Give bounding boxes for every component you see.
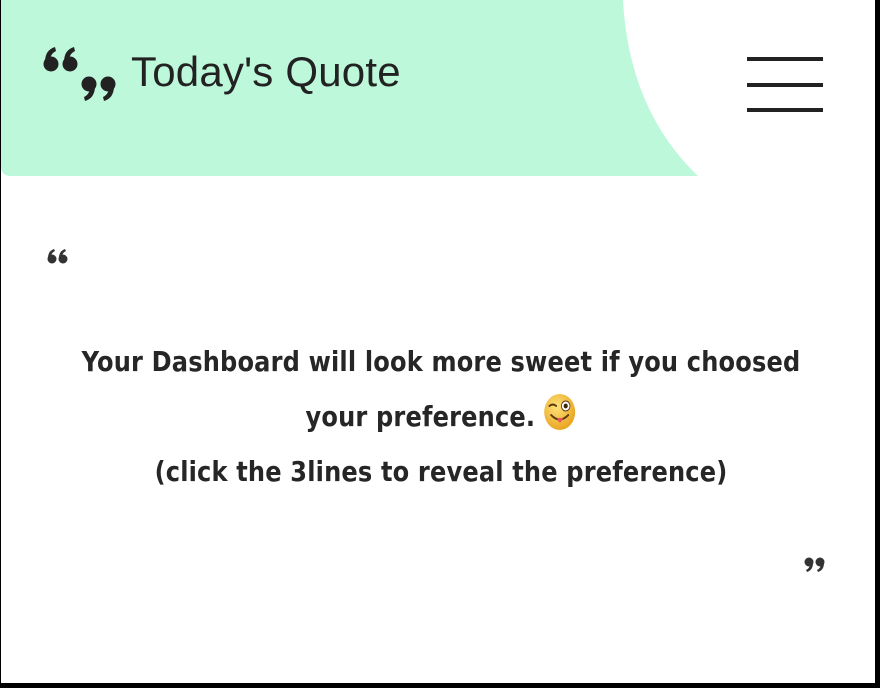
- quote-card: Today's Quote Your Dashboard will look m…: [1, 0, 875, 683]
- open-quote-icon: [47, 249, 68, 264]
- menu-line-middle: [747, 83, 823, 87]
- quote-line-3: (click the 3lines to reveal the preferen…: [154, 455, 728, 488]
- quote-text: Your Dashboard will look more sweet if y…: [80, 334, 802, 499]
- hamburger-menu-button[interactable]: [743, 52, 823, 118]
- menu-line-top: [747, 57, 823, 61]
- quote-line-2-text: your preference.: [305, 400, 536, 433]
- brand: Today's Quote: [41, 42, 401, 102]
- menu-line-bottom: [747, 108, 823, 112]
- close-quote-icon: [804, 557, 825, 572]
- winking-tongue-emoji-icon: [543, 394, 575, 430]
- quote-marks-icon: [43, 47, 116, 101]
- quote-line-1: Your Dashboard will look more sweet if y…: [81, 345, 801, 378]
- page-title: Today's Quote: [131, 48, 401, 95]
- quote-line-2: your preference.: [80, 389, 802, 444]
